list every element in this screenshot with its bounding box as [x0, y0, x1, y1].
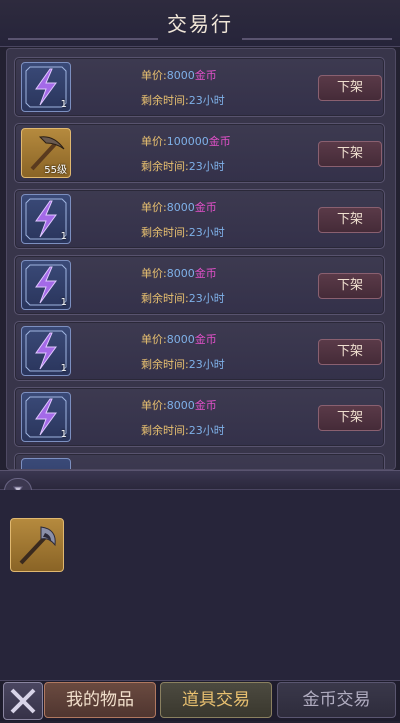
time-line: 剩余时间:23小时: [141, 94, 225, 107]
time-line: 剩余时间:23小时: [141, 160, 225, 173]
delist-button[interactable]: 下架: [318, 405, 382, 431]
axe-icon: [19, 526, 56, 565]
delist-button[interactable]: 下架: [318, 207, 382, 233]
price-line: 单价:8000金币: [141, 333, 217, 346]
price-line: 单价:8000金币: [141, 69, 217, 82]
item-level: 55级: [44, 165, 67, 176]
listing-card-partial: [14, 453, 385, 469]
delist-button[interactable]: 下架: [318, 273, 382, 299]
listing-card: 1 单价:8000金币 剩余时间:23小时 下架: [14, 255, 385, 315]
section-divider: [0, 470, 400, 490]
listing-card: 1 单价:8000金币 剩余时间:23小时 下架: [14, 57, 385, 117]
tab-item-trade[interactable]: 道具交易: [160, 682, 272, 718]
listing-card: 1 单价:8000金币 剩余时间:23小时 下架: [14, 387, 385, 447]
price-line: 单价:8000金币: [141, 201, 217, 214]
title-bar: 交易行: [0, 0, 400, 47]
close-icon: [10, 688, 36, 714]
item-slot[interactable]: 1: [21, 260, 71, 310]
tab-gold-trade[interactable]: 金币交易: [277, 682, 396, 718]
item-slot[interactable]: 1: [21, 392, 71, 442]
price-line: 单价:8000金币: [141, 399, 217, 412]
listing-card: 1 单价:8000金币 剩余时间:23小时 下架: [14, 189, 385, 249]
inventory-item-slot[interactable]: [10, 518, 64, 572]
delist-button[interactable]: 下架: [318, 339, 382, 365]
price-line: 单价:8000金币: [141, 267, 217, 280]
time-line: 剩余时间:23小时: [141, 424, 225, 437]
listing-card: 1 单价:8000金币 剩余时间:23小时 下架: [14, 321, 385, 381]
close-button[interactable]: [3, 682, 43, 720]
item-slot[interactable]: 1: [21, 326, 71, 376]
listing-list[interactable]: 1 单价:8000金币 剩余时间:23小时 下架 55级 单价:100000金币…: [6, 48, 396, 470]
item-quantity: 1: [60, 99, 67, 110]
title-ornament-left: [8, 38, 158, 40]
item-quantity: 1: [60, 297, 67, 308]
page-title: 交易行: [167, 12, 233, 36]
price-line: 单价:100000金币: [141, 135, 231, 148]
item-slot[interactable]: 55级: [21, 128, 71, 178]
time-line: 剩余时间:23小时: [141, 358, 225, 371]
listing-card: 55级 单价:100000金币 剩余时间:23小时 下架: [14, 123, 385, 183]
item-quantity: 1: [60, 429, 67, 440]
delist-button[interactable]: 下架: [318, 75, 382, 101]
delist-button[interactable]: 下架: [318, 141, 382, 167]
title-ornament-right: [242, 38, 392, 40]
tab-my-items[interactable]: 我的物品: [44, 682, 156, 718]
item-quantity: 1: [60, 231, 67, 242]
item-slot[interactable]: 1: [21, 194, 71, 244]
item-quantity: 1: [60, 363, 67, 374]
time-line: 剩余时间:23小时: [141, 292, 225, 305]
item-slot[interactable]: [21, 458, 71, 469]
item-slot[interactable]: 1: [21, 62, 71, 112]
time-line: 剩余时间:23小时: [141, 226, 225, 239]
